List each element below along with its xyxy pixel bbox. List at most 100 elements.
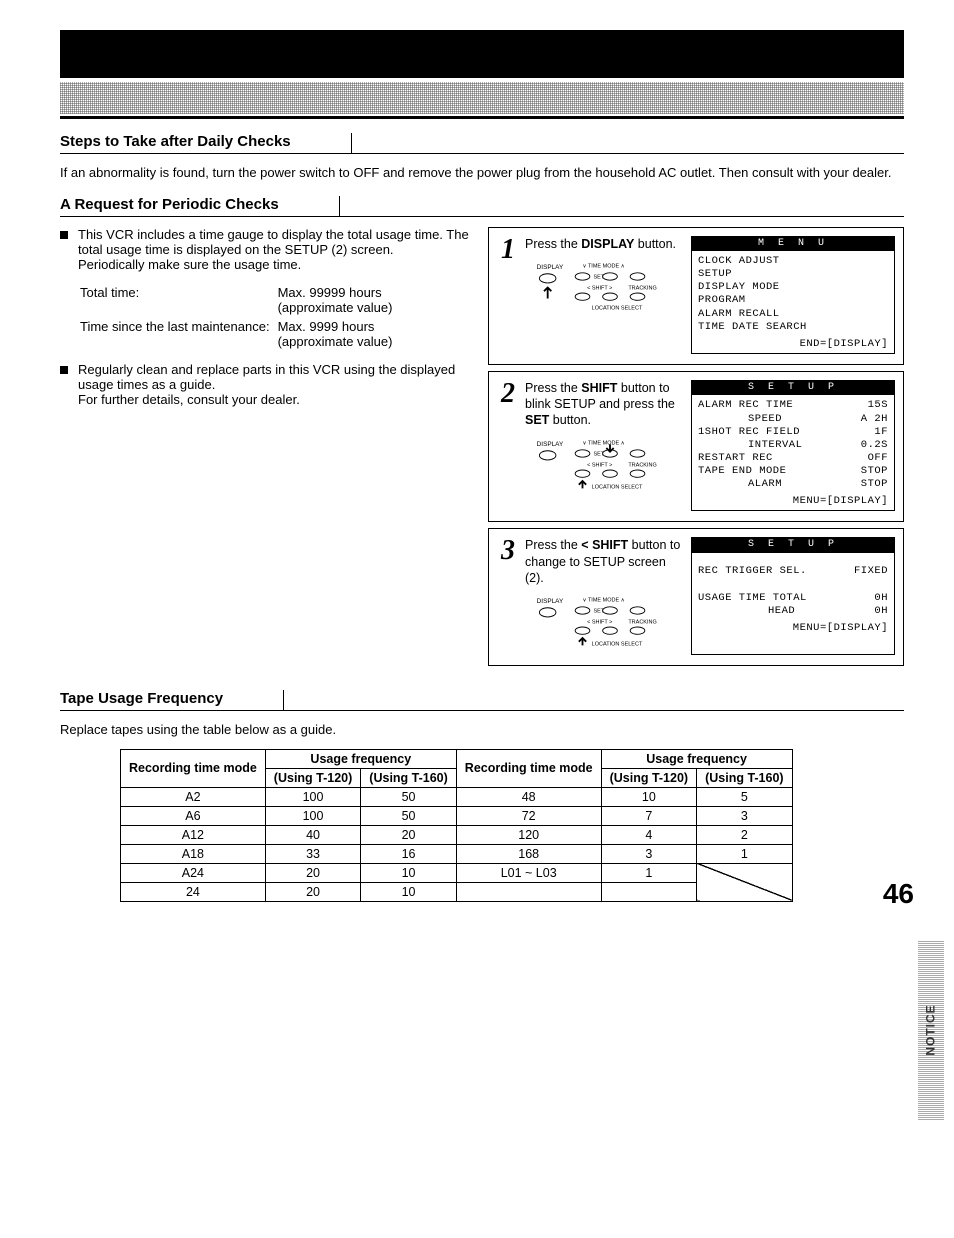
step-2-b1: SHIFT <box>581 381 617 395</box>
cell: 3 <box>601 844 697 863</box>
step-1-box: 1 Press the DISPLAY button. DISPLAY ∨ TI… <box>488 227 904 365</box>
th-t160: (Using T-160) <box>361 768 457 787</box>
th-t120-2: (Using T-120) <box>601 768 697 787</box>
s1-v: STOP <box>861 478 888 491</box>
screen-menu: M E N U CLOCK ADJUST SETUP DISPLAY MODE … <box>691 236 895 354</box>
step-2-b2: SET <box>525 413 549 427</box>
cell: A2 <box>121 787 266 806</box>
cell: 20 <box>265 863 361 882</box>
section-2-title-wrap: A Request for Periodic Checks <box>60 196 904 217</box>
section-1-title-wrap: Steps to Take after Daily Checks <box>60 133 904 154</box>
th-freq-2: Usage frequency <box>601 749 792 768</box>
screen-setup1-foot: MENU=[DISPLAY] <box>698 495 888 508</box>
cell: 2 <box>697 825 793 844</box>
bullet-1-text-b: Periodically make sure the usage time. <box>78 257 470 272</box>
svg-text:TRACKING: TRACKING <box>628 620 656 626</box>
menu-line: SETUP <box>698 268 888 281</box>
step-1-t2: button. <box>634 237 676 251</box>
s2-v: 0H <box>874 592 888 605</box>
step-3-sym: < <box>581 538 588 552</box>
side-tab-label: NOTICE <box>924 1004 938 1055</box>
section-1-title: Steps to Take after Daily Checks <box>60 133 352 153</box>
right-column: 1 Press the DISPLAY button. DISPLAY ∨ TI… <box>488 227 904 667</box>
spec-since-val1: Max. 9999 hours <box>278 319 393 334</box>
left-column: This VCR includes a time gauge to displa… <box>60 227 470 415</box>
section-3-title: Tape Usage Frequency <box>60 690 284 710</box>
cell: 1 <box>601 863 697 882</box>
screen-setup2-foot: MENU=[DISPLAY] <box>698 622 888 635</box>
menu-line: DISPLAY MODE <box>698 281 888 294</box>
remote-icon: DISPLAY ∨ TIME MODE ∧ SET < SHIFT > TRAC… <box>535 594 685 649</box>
s2-v: FIXED <box>854 565 888 578</box>
th-t160-2: (Using T-160) <box>697 768 793 787</box>
cell: 7 <box>601 806 697 825</box>
remote-diagram-1: DISPLAY ∨ TIME MODE ∧ SET < SHIFT > TRAC… <box>535 260 685 315</box>
th-rec-mode-2: Recording time mode <box>456 749 601 787</box>
step-1-text: Press the DISPLAY button. DISPLAY ∨ TIME… <box>525 236 685 315</box>
bullet-icon <box>60 231 68 239</box>
s1-r: RESTART REC <box>698 452 773 465</box>
step-2-box: 2 Press the SHIFT button to blink SETUP … <box>488 371 904 523</box>
cell: 5 <box>697 787 793 806</box>
svg-text:DISPLAY: DISPLAY <box>537 441 564 448</box>
cell: 3 <box>697 806 793 825</box>
s1-r: ALARM REC TIME <box>698 399 793 412</box>
menu-line: ALARM RECALL <box>698 308 888 321</box>
step-3-t1: Press the <box>525 538 581 552</box>
page-number: 46 <box>883 878 914 910</box>
s1-r: INTERVAL <box>698 439 802 452</box>
step-2-num: 2 <box>497 380 519 408</box>
svg-text:∨ TIME MODE ∧: ∨ TIME MODE ∧ <box>583 263 625 269</box>
svg-text:< SHIFT >: < SHIFT > <box>587 620 612 626</box>
cell: 33 <box>265 844 361 863</box>
s2-r: REC TRIGGER SEL. <box>698 565 807 578</box>
cell: 72 <box>456 806 601 825</box>
cell: 50 <box>361 787 457 806</box>
bullet-icon <box>60 366 68 374</box>
remote-diagram-2: DISPLAY ∨ TIME MODE ∧ SET < SHIFT > TRAC… <box>535 437 685 492</box>
step-2-t1: Press the <box>525 381 581 395</box>
s1-r: ALARM <box>698 478 782 491</box>
svg-text:LOCATION SELECT: LOCATION SELECT <box>592 642 643 648</box>
remote-icon: DISPLAY ∨ TIME MODE ∧ SET < SHIFT > TRAC… <box>535 437 685 492</box>
cell-empty <box>601 882 697 901</box>
section-2-title: A Request for Periodic Checks <box>60 196 340 216</box>
s1-r: 1SHOT REC FIELD <box>698 426 800 439</box>
s1-r: SPEED <box>698 413 782 426</box>
step-3-text: Press the < SHIFT button to change to SE… <box>525 537 685 649</box>
s1-v: STOP <box>861 465 888 478</box>
cell: 10 <box>361 882 457 901</box>
svg-text:< SHIFT >: < SHIFT > <box>587 285 612 291</box>
menu-line: CLOCK ADJUST <box>698 255 888 268</box>
spec-total-val2: (approximate value) <box>278 300 393 315</box>
step-2-text: Press the SHIFT button to blink SETUP an… <box>525 380 685 492</box>
s1-v: 1F <box>874 426 888 439</box>
step-3-num: 3 <box>497 537 519 565</box>
svg-text:LOCATION SELECT: LOCATION SELECT <box>592 484 643 490</box>
spec-total-label: Total time: <box>80 284 276 316</box>
s1-v: 15S <box>868 399 888 412</box>
svg-text:TRACKING: TRACKING <box>628 285 656 291</box>
section-1-body: If an abnormality is found, turn the pow… <box>60 164 904 182</box>
step-1-t1: Press the <box>525 237 581 251</box>
svg-text:DISPLAY: DISPLAY <box>537 598 564 605</box>
cell: 1 <box>697 844 793 863</box>
spec-total-val1: Max. 99999 hours <box>278 285 393 300</box>
spec-since-label: Time since the last maintenance: <box>80 318 276 350</box>
screen-setup1: S E T U P ALARM REC TIME15S SPEEDA 2H 1S… <box>691 380 895 512</box>
cell-empty <box>456 882 601 901</box>
cell: 16 <box>361 844 457 863</box>
s2-r: HEAD <box>698 605 795 618</box>
header-rule <box>60 116 904 119</box>
s1-r: TAPE END MODE <box>698 465 786 478</box>
spec-since-val2: (approximate value) <box>278 334 393 349</box>
cell: 20 <box>361 825 457 844</box>
s2-v: 0H <box>874 605 888 618</box>
remote-display-label: DISPLAY <box>537 264 564 271</box>
side-tab: NOTICE <box>918 940 944 1120</box>
step-2-t3: button. <box>549 413 591 427</box>
svg-text:LOCATION SELECT: LOCATION SELECT <box>592 305 643 311</box>
remote-diagram-3: DISPLAY ∨ TIME MODE ∧ SET < SHIFT > TRAC… <box>535 594 685 649</box>
th-t120: (Using T-120) <box>265 768 361 787</box>
s1-v: A 2H <box>861 413 888 426</box>
